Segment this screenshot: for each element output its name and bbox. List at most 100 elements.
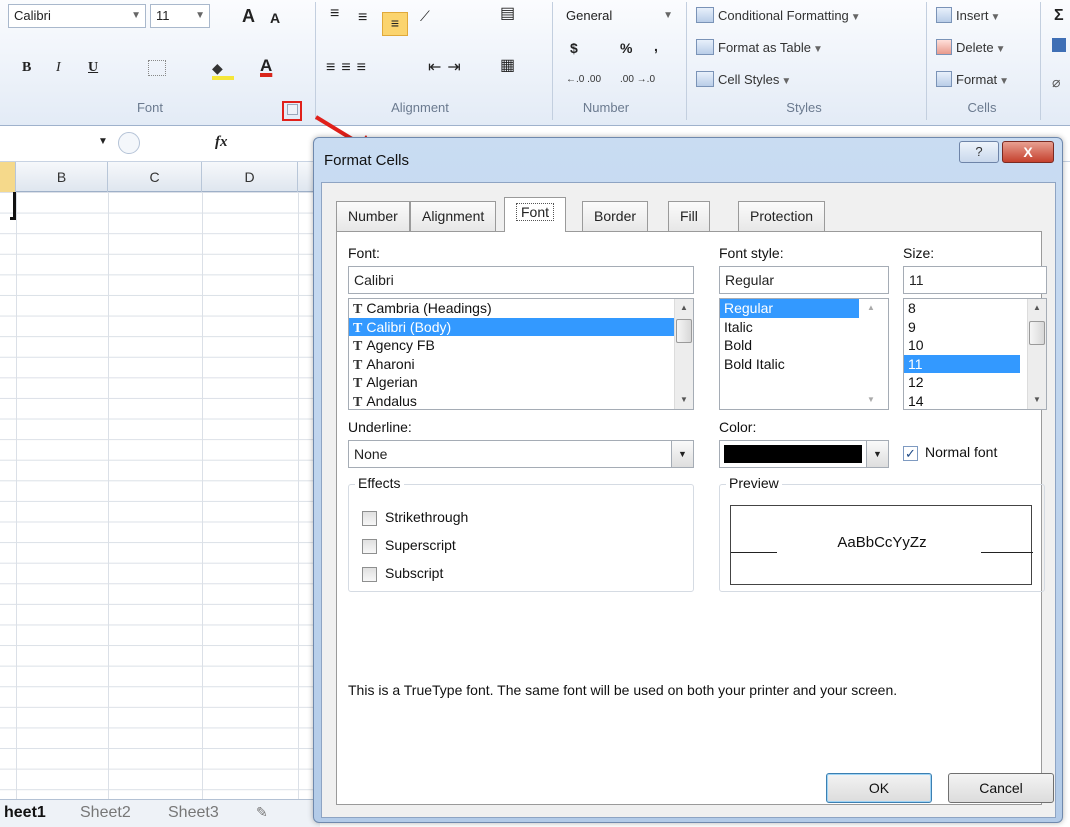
list-item[interactable]: 10 [904,336,1046,355]
currency-button[interactable]: $ [570,38,578,58]
font-style-input[interactable]: Regular [719,266,889,294]
subscript-label[interactable]: Subscript [385,565,443,581]
chevron-down-icon[interactable]: ▼ [98,136,108,147]
subscript-checkbox[interactable] [362,567,377,582]
fill-icon[interactable] [1052,38,1066,52]
font-list[interactable]: T Cambria (Headings) T Calibri (Body) T Age… [348,298,694,410]
insert-function-button[interactable]: fx [215,134,228,151]
borders-icon[interactable] [148,60,166,76]
align-middle-icon[interactable]: ≡ [358,8,367,28]
list-item[interactable]: Regular [720,299,859,318]
column-header-a[interactable] [0,162,16,192]
font-size-box[interactable]: 11 ▼ [150,4,210,28]
align-left-icon[interactable]: ≡≡≡ [326,58,372,78]
cancel-button[interactable]: Cancel [948,773,1054,803]
fill-color-icon[interactable]: ◆ [212,58,223,78]
close-button[interactable]: X [1002,141,1054,163]
color-select[interactable]: ▼ [719,440,889,468]
format-as-table-button[interactable]: Format as Table ▼ [696,38,823,60]
tab-border[interactable]: Border [582,201,649,231]
delete-button[interactable]: Delete ▼ [936,38,1005,60]
superscript-label[interactable]: Superscript [385,537,456,553]
normal-font-label[interactable]: Normal font [925,444,997,460]
list-item[interactable]: T Cambria (Headings) [349,299,693,318]
tab-protection[interactable]: Protection [738,201,826,231]
scroll-down-icon[interactable]: ▼ [1028,391,1046,409]
tab-alignment[interactable]: Alignment [410,201,497,231]
grow-font-button[interactable]: A [242,6,255,26]
indent-icon[interactable]: ⇤⇥ [428,58,467,78]
italic-button[interactable]: I [56,58,61,78]
tab-font[interactable]: Font [504,197,567,232]
increase-decimal-button[interactable]: ←.0 .00 [566,70,601,90]
underline-button[interactable]: U [88,58,98,78]
font-name-box[interactable]: Calibri ▼ [8,4,146,28]
list-item[interactable]: 12 [904,373,1046,392]
align-bottom-icon[interactable]: ≡ [382,12,408,36]
scroll-down-icon[interactable]: ▼ [675,391,693,409]
percent-button[interactable]: % [620,38,632,58]
format-button[interactable]: Format ▼ [936,70,1009,92]
column-header[interactable]: B [16,162,108,192]
size-input[interactable]: 11 [903,266,1047,294]
underline-select[interactable]: None ▼ [348,440,694,468]
ok-button[interactable]: OK [826,773,932,803]
column-header[interactable]: C [108,162,202,192]
shrink-font-button[interactable]: A [270,8,280,28]
help-button[interactable]: ? [959,141,999,163]
scroll-up-icon[interactable]: ▲ [675,299,693,317]
chevron-down-icon[interactable]: ▼ [195,5,205,27]
list-item[interactable]: T Algerian [349,373,693,392]
font-color-button[interactable]: A [260,56,272,76]
list-item[interactable]: 14 [904,392,1046,410]
list-item[interactable]: T Calibri (Body) [349,317,674,336]
list-item[interactable]: T Andalus [349,392,693,410]
scroll-thumb[interactable] [676,319,692,343]
scroll-thumb[interactable] [1029,321,1045,345]
comma-button[interactable]: , [654,36,658,56]
list-item[interactable]: 8 [904,299,1046,318]
sheet-tab-3[interactable]: Sheet3 [168,804,219,822]
insert-button[interactable]: Insert ▼ [936,6,1000,28]
superscript-checkbox[interactable] [362,539,377,554]
normal-font-checkbox[interactable]: ✓ [903,446,918,461]
merge-center-icon[interactable]: ▦ [500,56,515,76]
conditional-formatting-button[interactable]: Conditional Formatting ▼ [696,6,861,28]
font-style-scrollbar[interactable]: ▲ ▼ [862,299,888,409]
strikethrough-checkbox[interactable] [362,511,377,526]
chevron-down-icon[interactable]: ▼ [663,5,673,27]
list-item[interactable]: 11 [904,354,1020,373]
chevron-down-icon[interactable]: ▼ [671,441,693,467]
wrap-text-icon[interactable]: ▤ [500,4,515,24]
cell-grid[interactable] [0,192,320,799]
align-top-icon[interactable]: ≡ [330,4,339,24]
bold-button[interactable]: B [22,58,31,78]
number-format-box[interactable]: General ▼ [560,4,678,28]
scroll-up-icon[interactable]: ▲ [1028,299,1046,317]
scroll-up-icon[interactable]: ▲ [862,299,880,317]
orientation-icon[interactable]: ⟋ [420,6,430,26]
chevron-down-icon[interactable]: ▼ [131,5,141,27]
chevron-down-icon[interactable]: ▼ [866,441,888,467]
size-list-scrollbar[interactable]: ▲ ▼ [1027,299,1046,409]
clear-icon[interactable]: ⌀ [1052,72,1060,92]
tab-fill[interactable]: Fill [668,201,710,231]
size-list[interactable]: 8 9 10 11 12 14 ▲ ▼ [903,298,1047,410]
list-item[interactable]: T Agency FB [349,336,693,355]
list-item[interactable]: 9 [904,318,1046,337]
tab-number[interactable]: Number [336,201,410,231]
cell-styles-button[interactable]: Cell Styles ▼ [696,70,791,92]
decrease-decimal-button[interactable]: .00 →.0 [620,70,655,90]
list-item[interactable]: T Aharoni [349,355,693,374]
new-sheet-icon[interactable]: ✎ [256,804,268,821]
sheet-tab-2[interactable]: Sheet2 [80,804,131,822]
autosum-button[interactable]: Σ [1054,6,1064,26]
font-input[interactable]: Calibri [348,266,694,294]
font-list-scrollbar[interactable]: ▲ ▼ [674,299,693,409]
column-header[interactable]: D [202,162,298,192]
strikethrough-label[interactable]: Strikethrough [385,509,468,525]
font-style-list[interactable]: Regular Italic Bold Bold Italic ▲ ▼ [719,298,889,410]
scroll-down-icon[interactable]: ▼ [862,391,880,409]
sheet-tab-1[interactable]: heet1 [4,804,46,822]
insert-icon [936,7,952,23]
